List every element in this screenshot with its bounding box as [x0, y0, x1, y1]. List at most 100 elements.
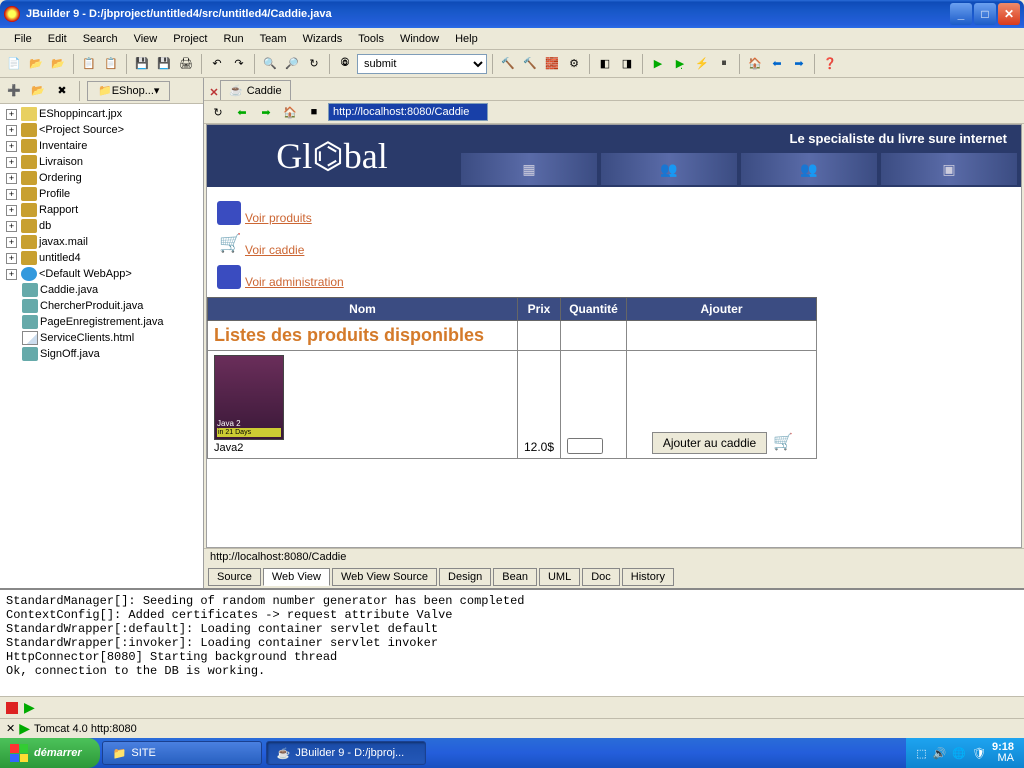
- start-button[interactable]: démarrer: [0, 738, 100, 768]
- find-icon[interactable]: 🔍: [260, 54, 280, 74]
- open-project-icon[interactable]: 📂: [28, 81, 48, 101]
- tree-item[interactable]: +untitled4: [0, 250, 203, 266]
- tree-item[interactable]: +Rapport: [0, 202, 203, 218]
- optimize-icon[interactable]: ⚡: [692, 54, 712, 74]
- expand-icon[interactable]: +: [6, 189, 17, 200]
- taskbar-button[interactable]: ☕JBuilder 9 - D:/jbproj...: [266, 741, 426, 765]
- expand-icon[interactable]: +: [6, 205, 17, 216]
- tree-item[interactable]: +Profile: [0, 186, 203, 202]
- console-stop-button[interactable]: [6, 702, 18, 714]
- link-admin[interactable]: Voir administration: [245, 275, 344, 289]
- menu-search[interactable]: Search: [75, 31, 126, 47]
- menu-wizards[interactable]: Wizards: [295, 31, 351, 47]
- tree-item[interactable]: +Livraison: [0, 154, 203, 170]
- print-icon[interactable]: 🖨: [176, 54, 196, 74]
- tree-item[interactable]: +EShoppincart.jpx: [0, 106, 203, 122]
- tree-item[interactable]: +<Project Source>: [0, 122, 203, 138]
- viewtab-doc[interactable]: Doc: [582, 568, 620, 586]
- tree-item[interactable]: +javax.mail: [0, 234, 203, 250]
- close-button[interactable]: ✕: [998, 3, 1020, 25]
- expand-icon[interactable]: +: [6, 157, 17, 168]
- tree-item[interactable]: +db: [0, 218, 203, 234]
- close-project-icon[interactable]: ✖: [52, 81, 72, 101]
- web-view[interactable]: Gl⌬bal Le specialiste du livre sure inte…: [206, 124, 1022, 548]
- target-icon[interactable]: 🞋: [335, 54, 355, 74]
- menu-project[interactable]: Project: [165, 31, 215, 47]
- taskbar-button[interactable]: 📁SITE: [102, 741, 262, 765]
- replace-icon[interactable]: 🔎: [282, 54, 302, 74]
- expand-icon[interactable]: +: [6, 173, 17, 184]
- browser-stop-icon[interactable]: ■: [304, 102, 324, 122]
- expand-icon[interactable]: +: [6, 109, 17, 120]
- menu-edit[interactable]: Edit: [40, 31, 75, 47]
- editor-tab-caddie[interactable]: ☕ Caddie: [220, 80, 291, 100]
- combo-target[interactable]: submit: [357, 54, 487, 74]
- menu-run[interactable]: Run: [215, 31, 251, 47]
- back-icon[interactable]: ⬅: [767, 54, 787, 74]
- tree-item[interactable]: ServiceClients.html: [0, 330, 203, 346]
- paste-icon[interactable]: 📋: [101, 54, 121, 74]
- tree-item[interactable]: +Inventaire: [0, 138, 203, 154]
- make-icon[interactable]: 🔨: [498, 54, 518, 74]
- tree-item[interactable]: +<Default WebApp>: [0, 266, 203, 282]
- pause-icon[interactable]: ⏸: [714, 54, 734, 74]
- viewtab-uml[interactable]: UML: [539, 568, 580, 586]
- browser-forward-icon[interactable]: ➡: [256, 102, 276, 122]
- browser-back-icon[interactable]: ⬅: [232, 102, 252, 122]
- tree-item[interactable]: SignOff.java: [0, 346, 203, 362]
- tree-item[interactable]: ChercherProduit.java: [0, 298, 203, 314]
- add-icon[interactable]: ➕: [4, 81, 24, 101]
- tree-item[interactable]: +Ordering: [0, 170, 203, 186]
- console-close-icon[interactable]: ✕: [6, 722, 15, 735]
- tray-icon[interactable]: ⬚: [916, 747, 926, 760]
- link-cube[interactable]: Voir produits: [245, 211, 312, 225]
- debug-icon[interactable]: ▶̣: [670, 54, 690, 74]
- nav-image-2[interactable]: 👥: [601, 153, 737, 185]
- menu-window[interactable]: Window: [392, 31, 447, 47]
- qty-input[interactable]: [567, 438, 603, 454]
- viewtab-web-view-source[interactable]: Web View Source: [332, 568, 437, 586]
- forward-icon[interactable]: ➡: [789, 54, 809, 74]
- console-tab-label[interactable]: Tomcat 4.0 http:8080: [34, 723, 137, 735]
- tree-item[interactable]: PageEnregistrement.java: [0, 314, 203, 330]
- reopen-icon[interactable]: 📂: [48, 54, 68, 74]
- class-icon[interactable]: ◧: [595, 54, 615, 74]
- console-run-button[interactable]: ▶: [24, 699, 35, 716]
- tool-icon[interactable]: ⚙: [564, 54, 584, 74]
- system-tray[interactable]: ⬚ 🔊 🌐 🛡 9:18 MA: [906, 738, 1024, 768]
- run-icon[interactable]: ▶: [648, 54, 668, 74]
- save-all-icon[interactable]: 💾: [154, 54, 174, 74]
- redo-icon[interactable]: ↷: [229, 54, 249, 74]
- browser-refresh-icon[interactable]: ↻: [208, 102, 228, 122]
- expand-icon[interactable]: +: [6, 269, 17, 280]
- menu-file[interactable]: File: [6, 31, 40, 47]
- expand-icon[interactable]: +: [6, 141, 17, 152]
- nav-image-1[interactable]: ▦: [461, 153, 597, 185]
- copy-icon[interactable]: 📋: [79, 54, 99, 74]
- project-tree[interactable]: +EShoppincart.jpx+<Project Source>+Inven…: [0, 104, 203, 588]
- tray-icon[interactable]: 🛡: [972, 747, 986, 760]
- menu-view[interactable]: View: [126, 31, 166, 47]
- nav-image-3[interactable]: 👥: [741, 153, 877, 185]
- find-again-icon[interactable]: ↻: [304, 54, 324, 74]
- class2-icon[interactable]: ◨: [617, 54, 637, 74]
- viewtab-web-view[interactable]: Web View: [263, 568, 330, 586]
- viewtab-source[interactable]: Source: [208, 568, 261, 586]
- tray-icon[interactable]: 🌐: [952, 747, 966, 760]
- menu-help[interactable]: Help: [447, 31, 486, 47]
- build-icon[interactable]: 🧱: [542, 54, 562, 74]
- minimize-button[interactable]: _: [950, 3, 972, 25]
- viewtab-design[interactable]: Design: [439, 568, 491, 586]
- home-icon[interactable]: 🏠: [745, 54, 765, 74]
- nav-image-4[interactable]: ▣: [881, 153, 1017, 185]
- expand-icon[interactable]: +: [6, 253, 17, 264]
- close-tab-icon[interactable]: ✕: [208, 88, 220, 100]
- add-to-cart-button[interactable]: Ajouter au caddie: [652, 432, 767, 454]
- rebuild-icon[interactable]: 🔨: [520, 54, 540, 74]
- viewtab-bean[interactable]: Bean: [493, 568, 537, 586]
- console-output[interactable]: StandardManager[]: Seeding of random num…: [0, 590, 1024, 696]
- expand-icon[interactable]: +: [6, 221, 17, 232]
- help-icon[interactable]: ❓: [820, 54, 840, 74]
- browser-home-icon[interactable]: 🏠: [280, 102, 300, 122]
- tray-icon[interactable]: 🔊: [933, 747, 947, 760]
